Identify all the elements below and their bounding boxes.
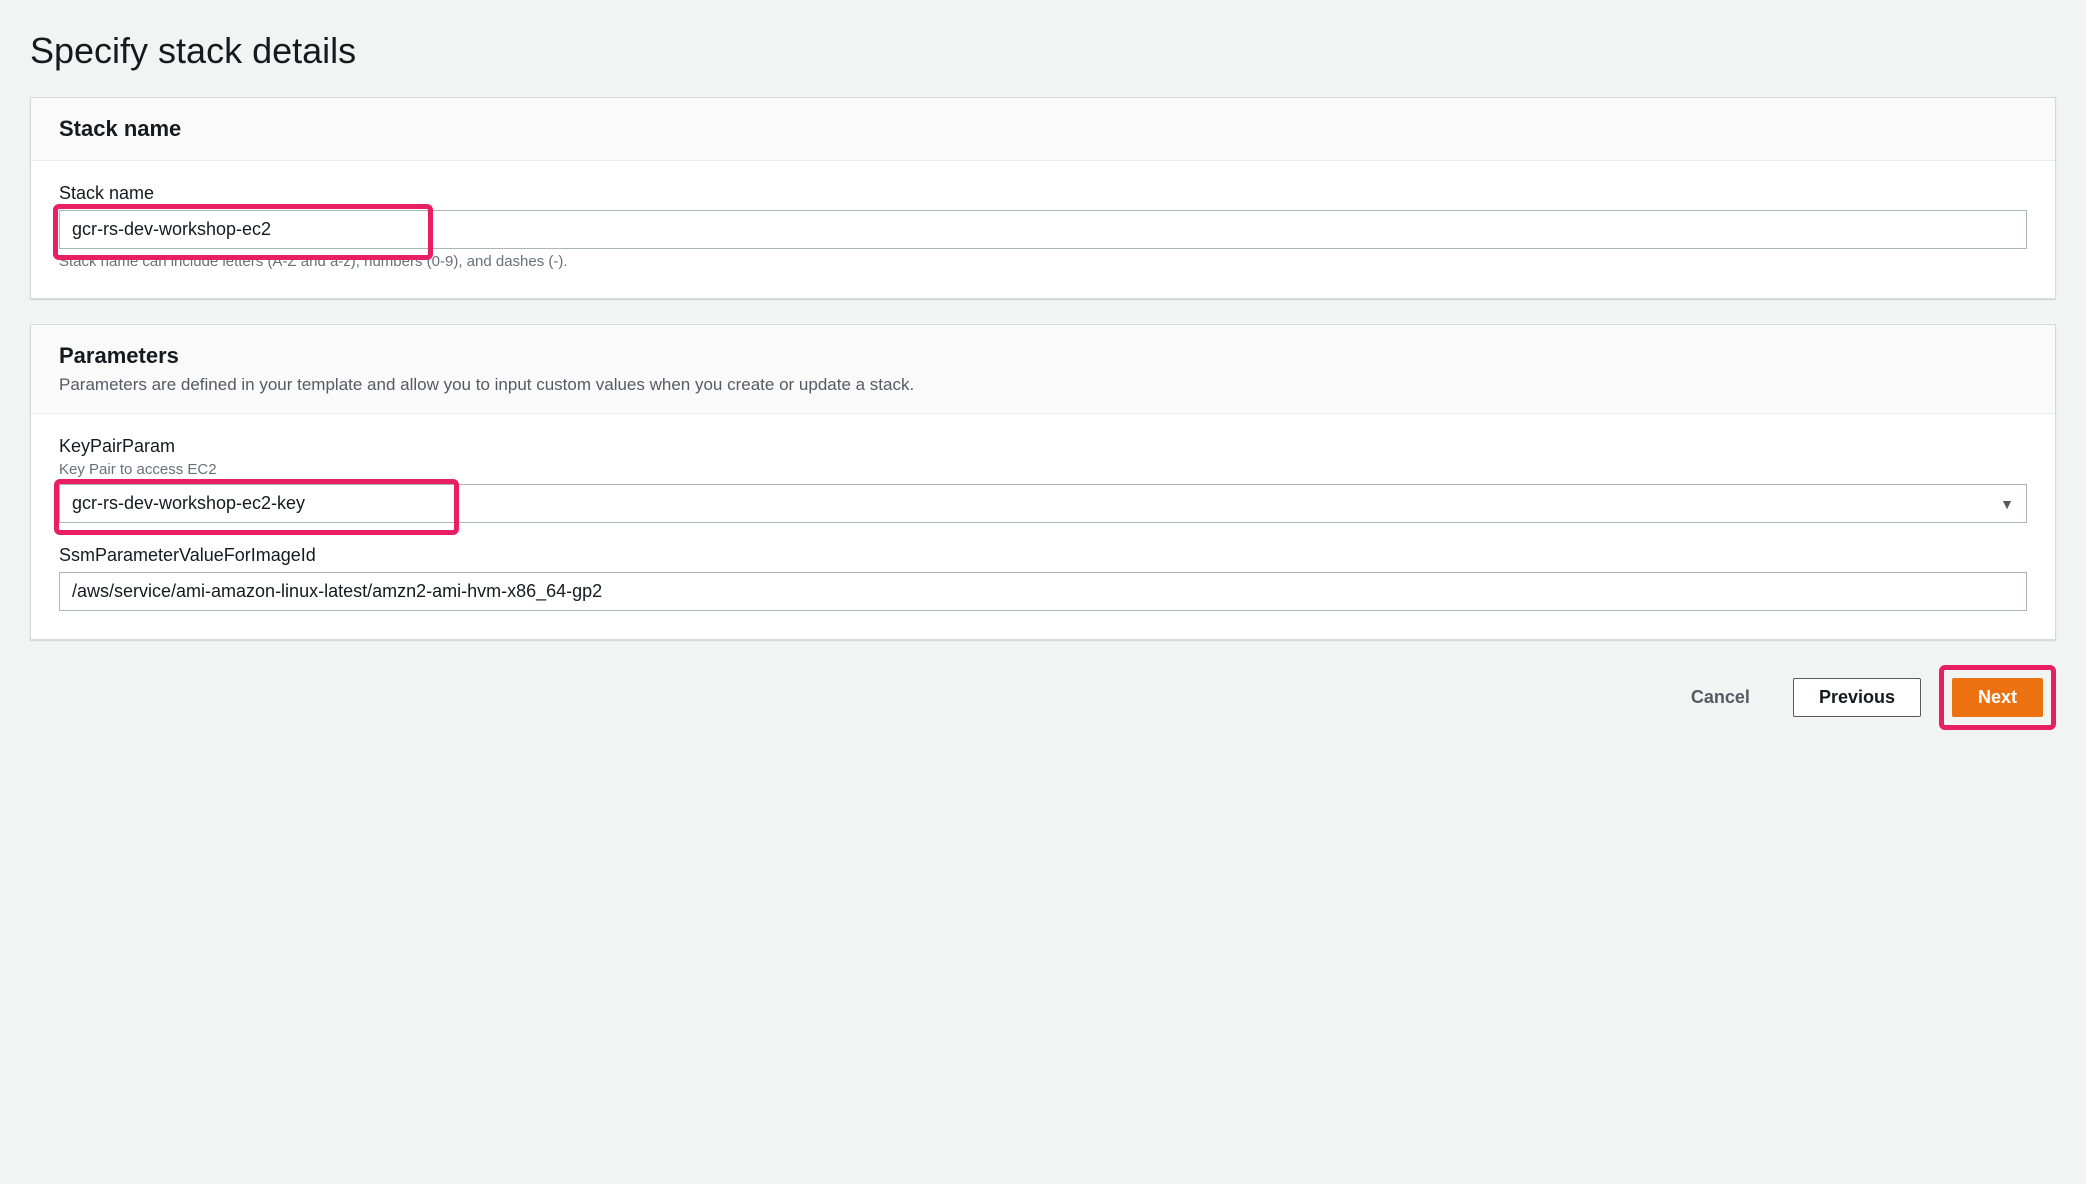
cancel-button[interactable]: Cancel [1666,679,1775,716]
parameters-header: Parameters Parameters are defined in you… [31,325,2055,414]
stack-name-heading: Stack name [59,116,2027,142]
parameters-panel: Parameters Parameters are defined in you… [30,324,2056,640]
parameters-heading: Parameters [59,343,2027,369]
highlight-annotation: Next [1939,665,2056,730]
previous-button[interactable]: Previous [1793,678,1921,717]
stack-name-panel: Stack name Stack name Stack name can inc… [30,97,2056,299]
next-button[interactable]: Next [1952,678,2043,717]
chevron-down-icon: ▼ [2000,496,2014,512]
ssm-input[interactable] [59,572,2027,611]
stack-name-hint: Stack name can include letters (A-Z and … [59,253,2027,270]
stack-name-header: Stack name [31,98,2055,161]
keypair-desc: Key Pair to access EC2 [59,461,2027,478]
stack-name-label: Stack name [59,183,2027,204]
ssm-label: SsmParameterValueForImageId [59,545,2027,566]
parameters-subtitle: Parameters are defined in your template … [59,375,2027,395]
keypair-label: KeyPairParam [59,436,2027,457]
keypair-select[interactable]: gcr-rs-dev-workshop-ec2-key ▼ [59,484,2027,523]
keypair-value: gcr-rs-dev-workshop-ec2-key [72,493,305,514]
page-title: Specify stack details [30,30,2056,72]
footer-actions: Cancel Previous Next [30,665,2056,730]
stack-name-input[interactable] [59,210,2027,249]
